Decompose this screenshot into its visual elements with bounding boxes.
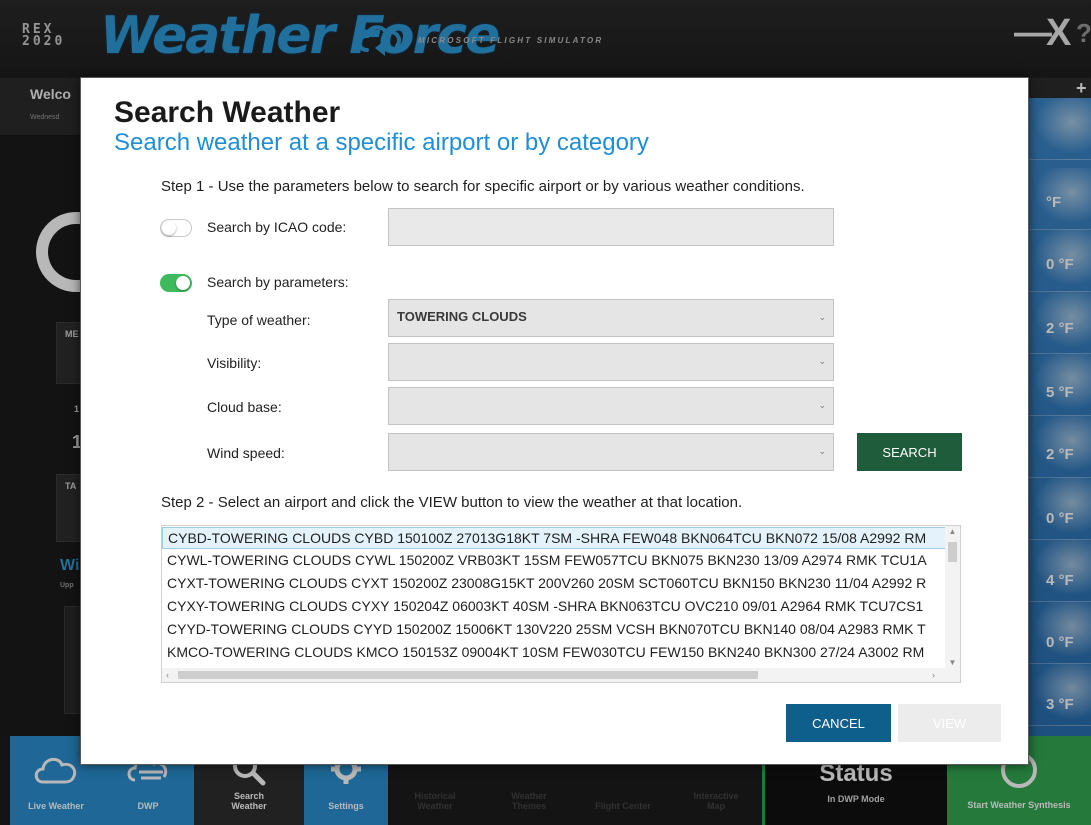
icao-search-toggle[interactable]: [160, 219, 192, 237]
scroll-up-icon[interactable]: ▲: [945, 527, 960, 536]
step2-instructions: Step 2 - Select an airport and click the…: [161, 494, 743, 511]
vertical-scrollbar[interactable]: ▲ ▼: [945, 526, 960, 668]
list-item[interactable]: CYBD-TOWERING CLOUDS CYBD 150100Z 27013G…: [162, 527, 946, 549]
wind-speed-select[interactable]: ⌄: [388, 433, 834, 471]
scroll-right-icon[interactable]: ›: [932, 668, 935, 682]
weather-type-label: Type of weather:: [207, 312, 311, 328]
wind-speed-label: Wind speed:: [207, 445, 285, 461]
chevron-down-icon: ⌄: [818, 356, 826, 366]
chevron-down-icon: ⌄: [818, 312, 826, 322]
search-weather-dialog: Search Weather Search weather at a speci…: [80, 77, 1029, 765]
cloud-base-label: Cloud base:: [207, 399, 282, 415]
horizontal-scroll-thumb[interactable]: [178, 671, 758, 679]
view-button[interactable]: VIEW: [898, 704, 1001, 742]
airport-results-list[interactable]: CYBD-TOWERING CLOUDS CYBD 150100Z 27013G…: [161, 525, 961, 683]
dialog-title: Search Weather: [114, 96, 341, 129]
cloud-base-select[interactable]: ⌄: [388, 387, 834, 425]
icao-code-input[interactable]: [388, 208, 834, 246]
vertical-scroll-thumb[interactable]: [948, 542, 957, 562]
list-item[interactable]: CYXT-TOWERING CLOUDS CYXT 150200Z 23008G…: [162, 573, 946, 595]
weather-type-value: TOWERING CLOUDS: [397, 309, 527, 324]
list-item[interactable]: CYYD-TOWERING CLOUDS CYYD 150200Z 15006K…: [162, 619, 946, 641]
list-item[interactable]: CYXY-TOWERING CLOUDS CYXY 150204Z 06003K…: [162, 596, 946, 618]
list-item[interactable]: CYWL-TOWERING CLOUDS CYWL 150200Z VRB03K…: [162, 550, 946, 572]
visibility-label: Visibility:: [207, 355, 262, 371]
chevron-down-icon: ⌄: [818, 446, 826, 456]
toggle-knob: [162, 221, 176, 235]
weather-type-select[interactable]: TOWERING CLOUDS ⌄: [388, 299, 834, 337]
dialog-subtitle: Search weather at a specific airport or …: [114, 129, 649, 156]
search-button[interactable]: SEARCH: [857, 433, 962, 471]
cancel-button[interactable]: CANCEL: [786, 704, 891, 742]
toggle-knob: [176, 276, 190, 290]
visibility-select[interactable]: ⌄: [388, 343, 834, 381]
scroll-down-icon[interactable]: ▼: [945, 658, 960, 667]
icao-search-label: Search by ICAO code:: [207, 219, 347, 235]
horizontal-scrollbar[interactable]: ‹ ›: [162, 668, 960, 682]
step1-instructions: Step 1 - Use the parameters below to sea…: [161, 178, 805, 195]
scroll-left-icon[interactable]: ‹: [166, 668, 169, 682]
parameter-search-toggle[interactable]: [160, 274, 192, 292]
list-item[interactable]: KMCO-TOWERING CLOUDS KMCO 150153Z 09004K…: [162, 642, 946, 664]
parameter-search-label: Search by parameters:: [207, 274, 349, 290]
chevron-down-icon: ⌄: [818, 400, 826, 410]
